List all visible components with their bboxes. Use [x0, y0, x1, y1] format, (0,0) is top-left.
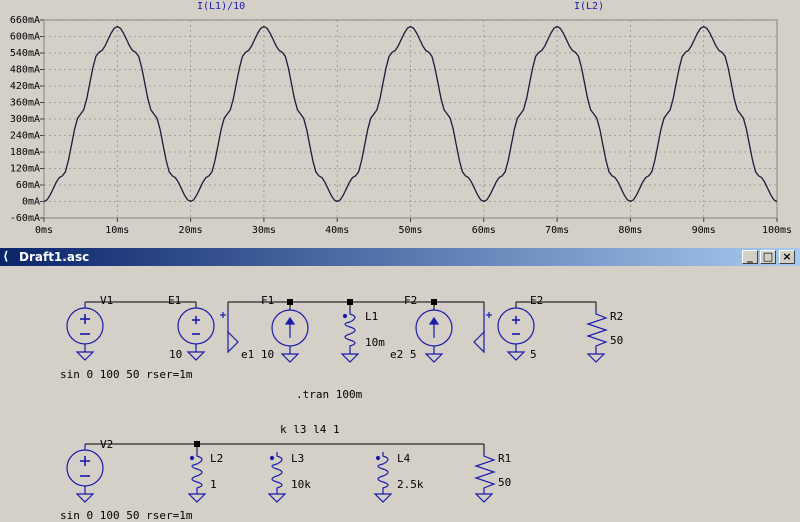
label-l4[interactable]: L4 — [397, 452, 410, 465]
inductor-l1[interactable] — [340, 310, 360, 363]
value-l3[interactable]: 10k — [291, 478, 311, 491]
label-v2[interactable]: V2 — [100, 438, 113, 451]
trace-label-l1[interactable]: I(L1)/10 — [197, 1, 245, 12]
label-e1[interactable]: E1 — [168, 294, 181, 307]
y-tick-label: 480mA — [10, 65, 40, 76]
cccs-f2[interactable] — [415, 309, 453, 363]
x-tick-label: 100ms — [762, 225, 792, 236]
node-f1 — [287, 299, 293, 305]
trace-label-l2[interactable]: I(L2) — [574, 1, 604, 12]
value-f2[interactable]: e2 5 — [390, 348, 417, 361]
y-tick-label: 660mA — [10, 15, 40, 26]
label-r1[interactable]: R1 — [498, 452, 511, 465]
y-tick-label: 240mA — [10, 131, 40, 142]
node-f2 — [431, 299, 437, 305]
y-tick-label: 540mA — [10, 48, 40, 59]
label-r2[interactable]: R2 — [610, 310, 623, 323]
value-l4[interactable]: 2.5k — [397, 478, 424, 491]
y-tick-label: 60mA — [16, 180, 40, 191]
value-e1[interactable]: 10 — [169, 348, 182, 361]
value-v2[interactable]: sin 0 100 50 rser=1m — [60, 509, 192, 522]
y-tick-label: 300mA — [10, 114, 40, 125]
waveform-plot[interactable]: -60mA 0mA 60mA 120mA 180mA 240mA 300mA 360mA 420… — [0, 0, 800, 240]
y-tick-label: 420mA — [10, 81, 40, 92]
inductor-l3[interactable] — [267, 452, 287, 503]
cccs-f1[interactable] — [271, 309, 309, 363]
x-tick-label: 50ms — [398, 225, 422, 236]
x-tick-label: 70ms — [545, 225, 569, 236]
label-l3[interactable]: L3 — [291, 452, 304, 465]
app-icon: ⟨ — [3, 249, 9, 263]
source-v1[interactable] — [66, 302, 104, 361]
label-v1[interactable]: V1 — [100, 294, 113, 307]
schematic-canvas[interactable]: V1 E1 10 F1 e1 10 L1 10m F2 e2 5 E2 5 R2… — [0, 266, 800, 522]
window-titlebar[interactable]: ⟨ Draft1.asc _ □ × — [0, 248, 800, 266]
x-tick-label: 60ms — [472, 225, 496, 236]
spice-directive-coupling[interactable]: k l3 l4 1 — [280, 423, 340, 436]
y-tick-label: 0mA — [22, 197, 40, 208]
components — [66, 302, 608, 503]
inductor-l2[interactable] — [187, 452, 207, 503]
value-r2[interactable]: 50 — [610, 334, 623, 347]
schematic-drawing[interactable] — [0, 266, 800, 506]
y-tick-label: 120mA — [10, 164, 40, 175]
resistor-r2[interactable] — [586, 310, 608, 363]
schematic-window: ⟨ Draft1.asc _ □ × V1 E1 10 F1 e1 10 L1 … — [0, 248, 800, 522]
inductor-l4[interactable] — [373, 452, 393, 503]
restore-button[interactable]: □ — [760, 250, 776, 264]
value-l2[interactable]: 1 — [210, 478, 217, 491]
label-f2[interactable]: F2 — [404, 294, 417, 307]
value-r1[interactable]: 50 — [498, 476, 511, 489]
resistor-r1[interactable] — [474, 452, 496, 503]
y-tick-label: 360mA — [10, 98, 40, 109]
spice-directive-tran[interactable]: .tran 100m — [296, 388, 362, 401]
label-f1[interactable]: F1 — [261, 294, 274, 307]
node-l2 — [194, 441, 200, 447]
x-tick-label: 80ms — [618, 225, 642, 236]
label-e2[interactable]: E2 — [530, 294, 543, 307]
value-f1[interactable]: e1 10 — [241, 348, 274, 361]
x-tick-label: 40ms — [325, 225, 349, 236]
minimize-button[interactable]: _ — [742, 250, 758, 264]
waveform-pane[interactable]: -60mA 0mA 60mA 120mA 180mA 240mA 300mA 360mA 420… — [0, 0, 800, 240]
label-l1[interactable]: L1 — [365, 310, 378, 323]
vcvs-e1[interactable] — [177, 307, 239, 361]
value-l1[interactable]: 10m — [365, 336, 385, 349]
x-tick-label: 90ms — [692, 225, 716, 236]
label-l2[interactable]: L2 — [210, 452, 223, 465]
x-tick-label: 0ms — [35, 225, 53, 236]
x-tick-label: 10ms — [105, 225, 129, 236]
value-e2[interactable]: 5 — [530, 348, 537, 361]
source-v2[interactable] — [66, 444, 104, 503]
x-tick-label: 30ms — [252, 225, 276, 236]
value-v1[interactable]: sin 0 100 50 rser=1m — [60, 368, 192, 381]
y-tick-label: 600mA — [10, 32, 40, 43]
node-l1 — [347, 299, 353, 305]
y-tick-label: -60mA — [10, 213, 40, 224]
x-tick-label: 20ms — [179, 225, 203, 236]
vcvs-e2[interactable] — [473, 307, 535, 361]
window-title: Draft1.asc — [19, 250, 90, 264]
close-button[interactable]: × — [779, 250, 795, 264]
y-tick-label: 180mA — [10, 147, 40, 158]
